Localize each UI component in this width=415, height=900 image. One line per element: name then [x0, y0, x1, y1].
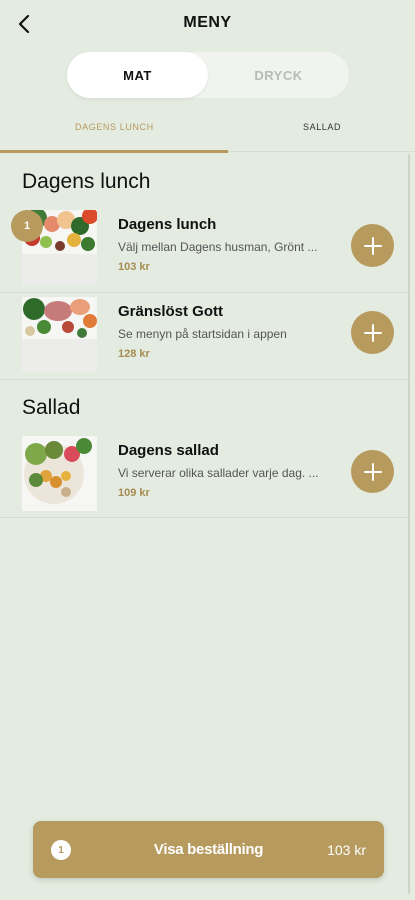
- item-description: Se menyn på startsidan i appen: [118, 327, 287, 341]
- food-image: [22, 436, 97, 511]
- add-button[interactable]: [351, 450, 394, 493]
- category-tabs: DAGENS LUNCH SALLAD: [0, 112, 415, 154]
- plus-icon: [363, 236, 382, 255]
- section-title-dagens-lunch: Dagens lunch: [22, 170, 151, 193]
- item-name: Dagens lunch: [118, 216, 217, 233]
- view-order-button[interactable]: 1 Visa beställning 103 kr: [33, 821, 384, 878]
- food-image: [22, 297, 97, 372]
- menu-item[interactable]: Dagens sallad Vi serverar olika sallader…: [0, 432, 410, 518]
- menu-item[interactable]: Dagens lunch Välj mellan Dagens husman, …: [0, 206, 410, 292]
- page-title: MENY: [183, 14, 232, 31]
- active-tab-indicator: [0, 150, 228, 153]
- segment-mat[interactable]: MAT: [67, 52, 208, 98]
- item-description: Välj mellan Dagens husman, Grönt ...: [118, 240, 318, 254]
- plus-icon: [363, 462, 382, 481]
- quantity-badge: 1: [11, 210, 43, 242]
- header: MENY: [0, 0, 415, 48]
- item-name: Dagens sallad: [118, 442, 219, 459]
- tab-sallad[interactable]: SALLAD: [303, 122, 341, 132]
- segment-dryck[interactable]: DRYCK: [208, 52, 349, 98]
- item-price: 128 kr: [118, 348, 150, 360]
- tab-dagens-lunch[interactable]: DAGENS LUNCH: [75, 122, 154, 132]
- item-price: 103 kr: [118, 261, 150, 273]
- section-title-sallad: Sallad: [22, 396, 81, 419]
- add-button[interactable]: [351, 311, 394, 354]
- item-price: 109 kr: [118, 487, 150, 499]
- menu-type-toggle: MAT DRYCK: [67, 52, 349, 98]
- divider: [0, 517, 410, 518]
- divider: [0, 379, 410, 380]
- item-description: Vi serverar olika sallader varje dag. ..…: [118, 466, 319, 480]
- order-total: 103 kr: [327, 842, 366, 858]
- menu-item[interactable]: Gränslöst Gott Se menyn på startsidan i …: [0, 293, 410, 379]
- item-name: Gränslöst Gott: [118, 303, 224, 320]
- plus-icon: [363, 323, 382, 342]
- add-button[interactable]: [351, 224, 394, 267]
